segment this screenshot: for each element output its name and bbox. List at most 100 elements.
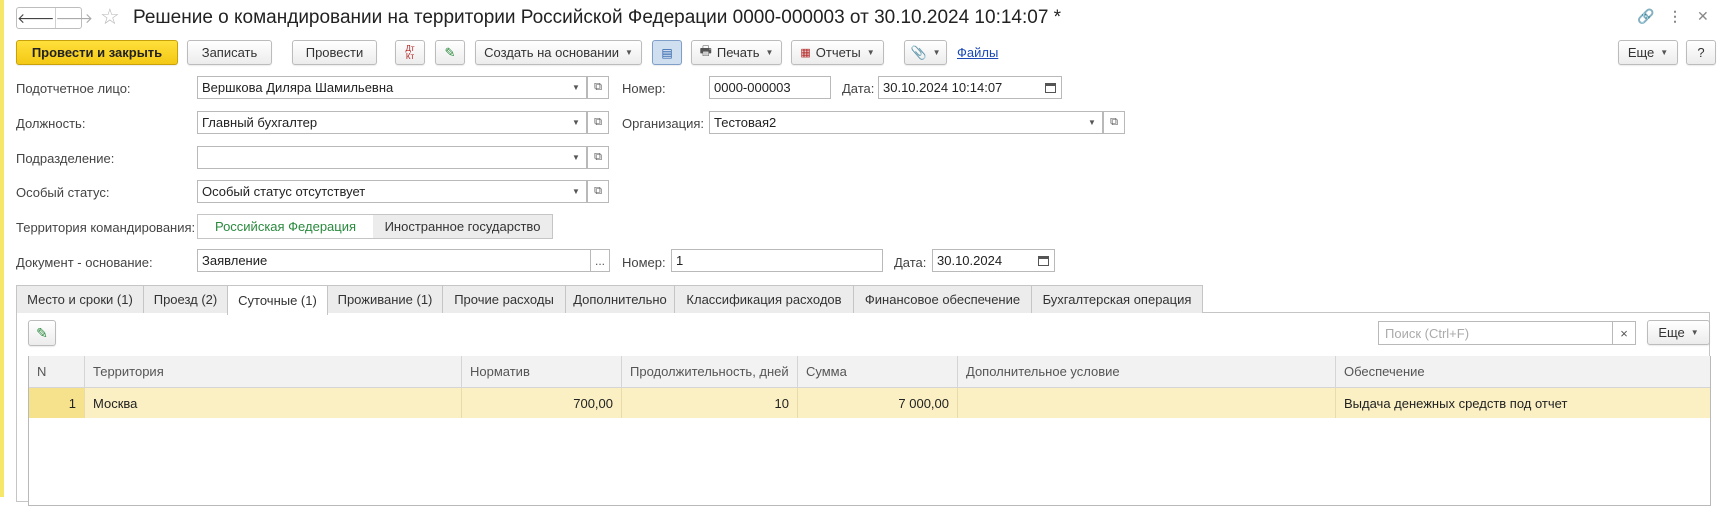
create-based-button[interactable]: Создать на основании ▼ bbox=[475, 40, 642, 65]
organization-field[interactable]: Тестовая2 bbox=[709, 111, 1083, 134]
table-more-button[interactable]: Еще ▼ bbox=[1647, 320, 1710, 345]
forward-arrow-icon[interactable]: 🡒 bbox=[54, 8, 93, 28]
division-open-icon[interactable]: ⧉ bbox=[587, 146, 609, 169]
division-field[interactable] bbox=[197, 146, 567, 169]
nav-group: 🡐 🡒 bbox=[16, 7, 93, 29]
person-open-icon[interactable]: ⧉ bbox=[587, 76, 609, 99]
tab-other-expenses[interactable]: Прочие расходы bbox=[442, 285, 566, 313]
basis-date-field[interactable]: 30.10.2024 bbox=[932, 249, 1034, 272]
position-label: Должность: bbox=[16, 116, 86, 131]
table-cell-territory[interactable]: Москва bbox=[85, 388, 462, 418]
document-structure-icon: ▤ bbox=[661, 45, 673, 60]
save-button[interactable]: Записать bbox=[187, 40, 272, 65]
pen-icon: ✎ bbox=[444, 44, 456, 60]
column-header-territory[interactable]: Территория bbox=[85, 356, 462, 388]
link-icon[interactable]: 🔗 bbox=[1637, 8, 1654, 25]
position-field[interactable]: Главный бухгалтер bbox=[197, 111, 567, 134]
basis-calendar-icon[interactable] bbox=[1033, 249, 1055, 272]
tab-additional[interactable]: Дополнительно bbox=[565, 285, 675, 313]
tab-place-dates[interactable]: Место и сроки (1) bbox=[16, 285, 144, 313]
organization-dropdown-icon[interactable]: ▼ bbox=[1082, 111, 1103, 134]
basis-number-label: Номер: bbox=[622, 255, 666, 270]
chevron-down-icon: ▼ bbox=[624, 48, 633, 57]
person-label: Подотчетное лицо: bbox=[16, 81, 131, 96]
create-based-label: Создать на основании bbox=[484, 45, 619, 60]
files-link[interactable]: Файлы bbox=[957, 45, 998, 60]
table-cell-sum[interactable]: 7 000,00 bbox=[798, 388, 958, 418]
table-cell-norm[interactable]: 700,00 bbox=[462, 388, 622, 418]
dtkt-button[interactable]: Дт Кт bbox=[395, 40, 425, 65]
date-field[interactable]: 30.10.2024 10:14:07 bbox=[878, 76, 1041, 99]
status-field[interactable]: Особый статус отсутствует bbox=[197, 180, 567, 203]
tab-financial-support[interactable]: Финансовое обеспечение bbox=[853, 285, 1032, 313]
column-header-norm[interactable]: Норматив bbox=[462, 356, 622, 388]
tab-accommodation[interactable]: Проживание (1) bbox=[327, 285, 443, 313]
page-title: Решение о командировании на территории Р… bbox=[133, 7, 1062, 28]
back-arrow-icon[interactable]: 🡐 bbox=[17, 8, 55, 28]
help-button[interactable]: ? bbox=[1686, 40, 1716, 65]
more-button[interactable]: Еще ▼ bbox=[1618, 40, 1678, 65]
person-dropdown-icon[interactable]: ▼ bbox=[566, 76, 587, 99]
table-more-label: Еще bbox=[1658, 325, 1685, 340]
reports-button[interactable]: ▦ Отчеты ▼ bbox=[791, 40, 884, 65]
basis-select-button[interactable]: ... bbox=[590, 249, 610, 272]
column-header-provision[interactable]: Обеспечение bbox=[1336, 356, 1710, 388]
more-menu-icon[interactable]: ⋮ bbox=[1668, 8, 1682, 25]
chevron-down-icon: ▼ bbox=[1690, 328, 1699, 337]
more-label: Еще bbox=[1627, 45, 1655, 60]
search-input[interactable] bbox=[1383, 324, 1612, 342]
tab-travel[interactable]: Проезд (2) bbox=[143, 285, 228, 313]
division-dropdown-icon[interactable]: ▼ bbox=[566, 146, 587, 169]
column-header-sum[interactable]: Сумма bbox=[798, 356, 958, 388]
close-icon[interactable]: ✕ bbox=[1697, 8, 1709, 25]
search-box bbox=[1378, 321, 1613, 345]
column-header-n[interactable]: N bbox=[29, 356, 85, 388]
basis-number-field[interactable]: 1 bbox=[671, 249, 883, 272]
division-label: Подразделение: bbox=[16, 151, 115, 166]
number-label: Номер: bbox=[622, 81, 666, 96]
files-link-label[interactable]: Файлы bbox=[957, 45, 998, 60]
printer-icon: 🖶 bbox=[699, 42, 712, 58]
pencil-icon: ✎ bbox=[36, 324, 48, 341]
chevron-down-icon: ▼ bbox=[765, 48, 774, 57]
position-dropdown-icon[interactable]: ▼ bbox=[566, 111, 587, 134]
table-cell-n[interactable]: 1 bbox=[29, 388, 85, 418]
territory-label: Территория командирования: bbox=[16, 220, 196, 235]
column-header-condition[interactable]: Дополнительное условие bbox=[958, 356, 1336, 388]
territory-russia-option[interactable]: Российская Федерация bbox=[197, 214, 374, 239]
tab-accounting-operation[interactable]: Бухгалтерская операция bbox=[1031, 285, 1203, 313]
date-calendar-icon[interactable] bbox=[1040, 76, 1062, 99]
organization-label: Организация: bbox=[622, 116, 705, 131]
basis-field[interactable]: Заявление bbox=[197, 249, 591, 272]
tab-per-diem[interactable]: Суточные (1) bbox=[227, 285, 328, 315]
territory-foreign-option[interactable]: Иностранное государство bbox=[373, 214, 553, 239]
status-open-icon[interactable]: ⧉ bbox=[587, 180, 609, 203]
edit-movements-button[interactable]: ✎ bbox=[435, 40, 465, 65]
date-label: Дата: bbox=[842, 81, 875, 96]
print-button[interactable]: 🖶 Печать ▼ bbox=[691, 40, 782, 65]
organization-open-icon[interactable]: ⧉ bbox=[1103, 111, 1125, 134]
attach-button[interactable]: 📎 ▼ bbox=[904, 40, 947, 65]
position-open-icon[interactable]: ⧉ bbox=[587, 111, 609, 134]
search-clear-icon[interactable]: × bbox=[1612, 321, 1636, 345]
table-cell-duration[interactable]: 10 bbox=[622, 388, 798, 418]
status-label: Особый статус: bbox=[16, 185, 110, 200]
edit-row-button[interactable]: ✎ bbox=[28, 320, 56, 346]
status-dropdown-icon[interactable]: ▼ bbox=[566, 180, 587, 203]
table-cell-provision[interactable]: Выдача денежных средств под отчет bbox=[1336, 388, 1710, 418]
person-field[interactable]: Вершкова Диляра Шамильевна bbox=[197, 76, 567, 99]
chevron-down-icon: ▼ bbox=[866, 48, 875, 57]
favorite-star-icon[interactable]: ☆ bbox=[100, 4, 120, 30]
report-icon: ▦ bbox=[800, 47, 811, 59]
print-label: Печать bbox=[716, 45, 760, 60]
structure-toggle-button[interactable]: ▤ bbox=[652, 40, 682, 65]
left-accent-bar bbox=[0, 0, 4, 497]
dtkt-icon: Дт Кт bbox=[405, 43, 415, 61]
post-button[interactable]: Провести bbox=[292, 40, 377, 65]
number-field[interactable]: 0000-000003 bbox=[709, 76, 831, 99]
tab-expense-classification[interactable]: Классификация расходов bbox=[674, 285, 854, 313]
post-and-close-button[interactable]: Провести и закрыть bbox=[16, 40, 178, 65]
table-cell-condition[interactable] bbox=[958, 388, 1336, 418]
column-header-duration[interactable]: Продолжительность, дней bbox=[622, 356, 798, 388]
basis-date-label: Дата: bbox=[894, 255, 927, 270]
